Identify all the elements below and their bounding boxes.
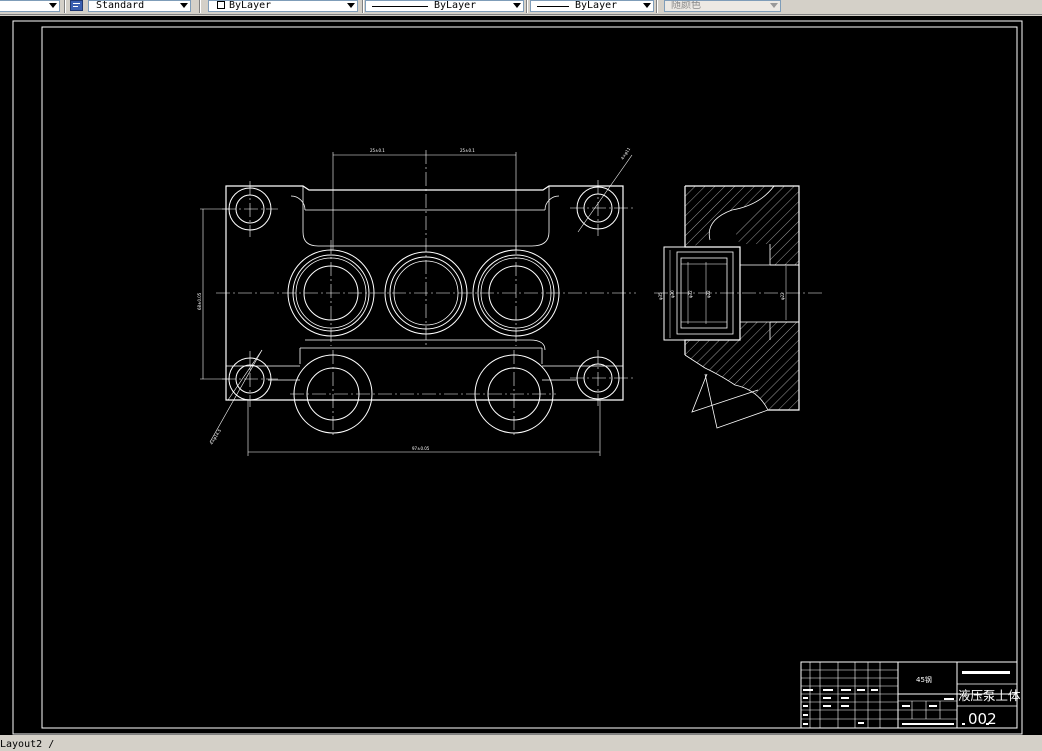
dim-left-vert: 68±0.05	[197, 292, 202, 310]
layout-tabs-bar: Layout2 /	[0, 738, 1042, 751]
section-view: φ35 φ30 φ32 φ22 φ22	[654, 185, 824, 429]
toolbar-separator	[526, 0, 528, 13]
line-sample-icon	[372, 6, 428, 7]
textstyle-dropdown[interactable]: Standard	[88, 0, 191, 12]
toolbar-separator	[64, 0, 66, 13]
textstyle-icon[interactable]	[70, 0, 83, 11]
tab-layout2[interactable]: Layout2 /	[0, 739, 54, 750]
title-number: 002	[968, 710, 997, 728]
chevron-down-icon	[770, 3, 778, 8]
toolbar-separator	[199, 0, 201, 13]
dim-sec4: φ22	[706, 290, 711, 298]
paper-border	[12, 20, 1023, 735]
layer-dropdown[interactable]: ByLayer	[208, 0, 358, 12]
toolbar-separator	[656, 0, 658, 13]
dim-sec1: φ35	[658, 292, 663, 300]
title-material: 45钢	[916, 675, 932, 684]
chevron-down-icon	[347, 3, 355, 8]
line-sample-icon	[537, 6, 569, 7]
tab-divider: /	[48, 739, 55, 750]
color-swatch-icon	[217, 1, 225, 9]
linetype-value: ByLayer	[434, 0, 477, 11]
dim-top-right: 25±0.1	[460, 148, 475, 153]
dim-sec2: φ30	[670, 290, 675, 298]
lineweight-value: ByLayer	[575, 0, 618, 11]
dim-top-left: 25±0.1	[370, 148, 385, 153]
dim-bottom: 97±0.05	[412, 446, 430, 451]
tab-label: Layout2	[0, 739, 43, 750]
chevron-down-icon	[180, 3, 188, 8]
plotstyle-value: 随颜色	[671, 0, 701, 11]
toolbar-separator	[362, 0, 364, 13]
linetype-dropdown[interactable]: ByLayer	[365, 0, 524, 12]
chevron-down-icon	[643, 3, 651, 8]
drawing-frame	[41, 26, 1018, 729]
title-block: 45钢 液压泵上体 002	[800, 661, 1021, 729]
plotstyle-dropdown[interactable]: 随颜色	[664, 0, 781, 12]
lineweight-dropdown[interactable]: ByLayer	[530, 0, 654, 12]
dim-sec3: φ32	[688, 290, 693, 298]
properties-toolbar: Standard ByLayer ByLayer ByLayer 随颜色	[0, 0, 1042, 15]
drawing-svg: 25±0.1 25±0.1 4×φ11 68±0.05 4×φ14.5 97±0…	[12, 20, 1023, 735]
dimstyle-dropdown[interactable]	[0, 0, 60, 12]
title-part-name: 液压泵上体	[958, 688, 1021, 703]
dimension-lines	[200, 152, 633, 456]
textstyle-value: Standard	[96, 0, 145, 11]
front-view: 25±0.1 25±0.1 4×φ11 68±0.05 4×φ14.5 97±0…	[197, 146, 636, 456]
layer-value: ByLayer	[229, 0, 272, 11]
dim-diag-bottom: 4×φ14.5	[209, 428, 223, 446]
chevron-down-icon	[513, 3, 521, 8]
drawing-canvas[interactable]: 25±0.1 25±0.1 4×φ11 68±0.05 4×φ14.5 97±0…	[0, 16, 1042, 735]
dim-sec5: φ22	[780, 292, 785, 300]
chevron-down-icon	[49, 3, 57, 8]
